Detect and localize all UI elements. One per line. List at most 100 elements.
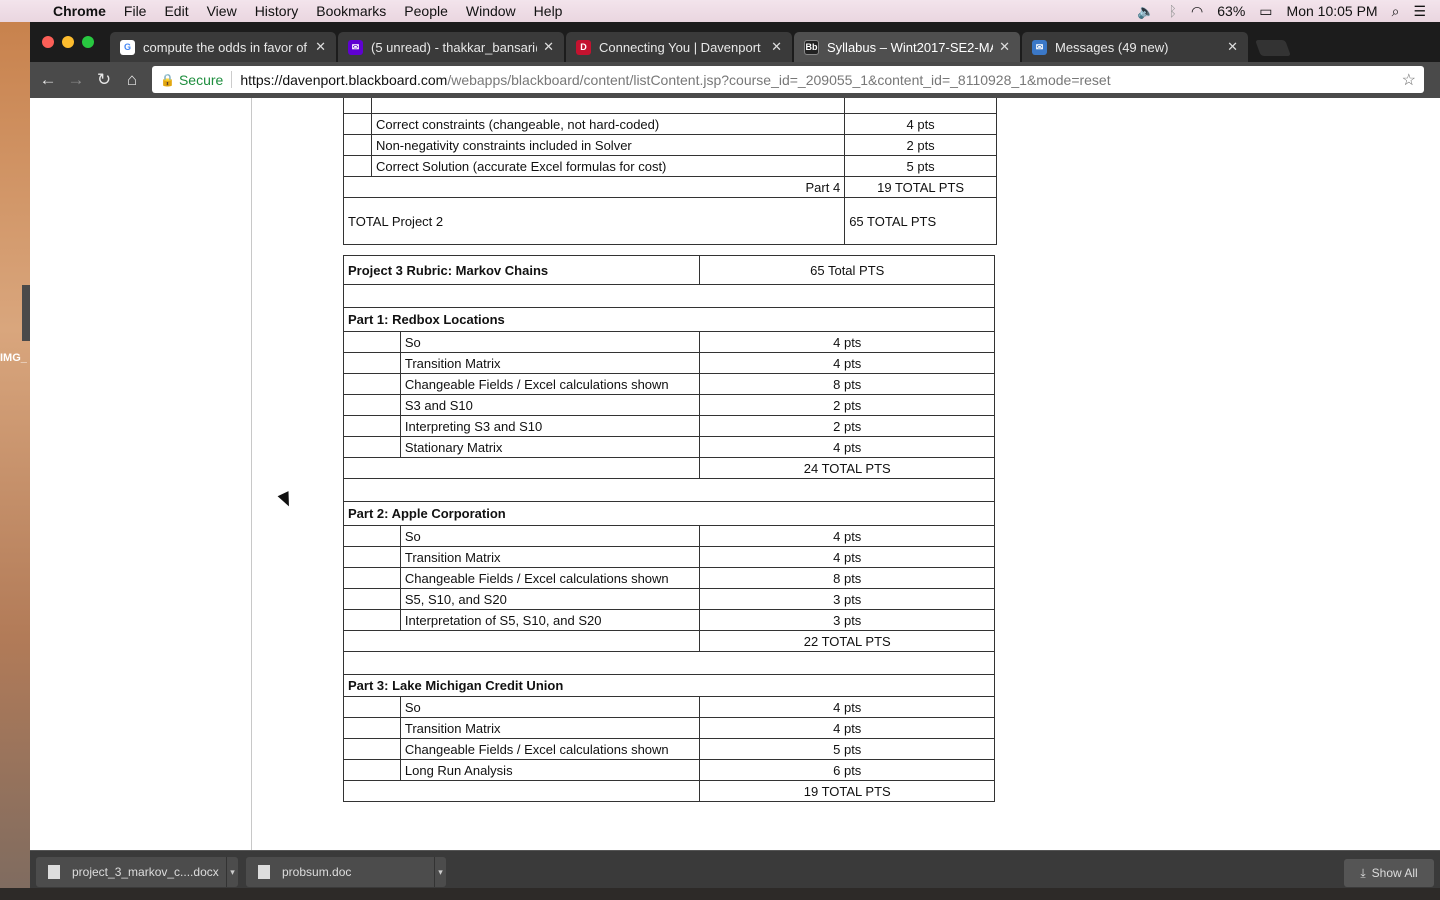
rubric-total: 65 Total PTS — [699, 255, 995, 285]
tab-syllabus-active[interactable]: Bb Syllabus – Wint2017-SE2-MAT ✕ — [794, 32, 1020, 62]
table-row: So 4 pts — [343, 696, 995, 718]
messages-favicon-icon: ✉ — [1032, 39, 1047, 55]
criterion-points: 5 pts — [844, 155, 997, 177]
table-row: TOTAL Project 2 65 TOTAL PTS — [342, 197, 997, 245]
clock[interactable]: Mon 10:05 PM — [1287, 3, 1378, 19]
menu-people[interactable]: People — [395, 3, 457, 19]
indent-cell — [343, 759, 401, 781]
project3-rubric-table: Project 3 Rubric: Markov Chains 65 Total… — [342, 255, 995, 802]
criterion-label: So — [399, 331, 701, 353]
tab-yahoo-mail[interactable]: ✉ (5 unread) - thakkar_bansari@ ✕ — [338, 32, 564, 62]
close-tab-icon[interactable]: ✕ — [315, 39, 326, 55]
table-cell — [370, 98, 846, 114]
criterion-label: So — [399, 525, 701, 547]
tab-title: (5 unread) - thakkar_bansari@ — [371, 39, 538, 55]
criterion-label: Correct Solution (accurate Excel formula… — [370, 155, 846, 177]
close-tab-icon[interactable]: ✕ — [999, 39, 1010, 55]
show-all-label: Show All — [1371, 866, 1418, 880]
show-all-downloads-button[interactable]: ⤓ Show All — [1344, 859, 1434, 887]
volume-icon[interactable]: 🔈 — [1137, 3, 1154, 20]
home-icon[interactable]: ⌂ — [118, 70, 146, 90]
forward-arrow-icon[interactable]: → — [62, 70, 90, 90]
part3-heading: Part 3: Lake Michigan Credit Union — [343, 674, 995, 697]
spacer-row — [343, 478, 995, 502]
menu-bookmarks[interactable]: Bookmarks — [307, 3, 395, 19]
indent-cell — [343, 352, 401, 374]
criterion-label: Non-negativity constraints included in S… — [370, 134, 846, 156]
tab-google-search[interactable]: G compute the odds in favor of e ✕ — [110, 32, 336, 62]
battery-percent[interactable]: 63% — [1217, 3, 1245, 19]
criterion-label: Changeable Fields / Excel calculations s… — [399, 373, 701, 395]
indent-cell — [343, 609, 401, 631]
new-tab-button[interactable] — [1255, 40, 1291, 56]
close-tab-icon[interactable]: ✕ — [1227, 39, 1238, 55]
close-window-button[interactable] — [42, 36, 54, 48]
address-separator — [231, 71, 233, 88]
minimize-window-button[interactable] — [62, 36, 74, 48]
criterion-points: 3 pts — [699, 609, 995, 631]
indent-cell — [343, 696, 401, 718]
notification-center-icon[interactable]: ☰ — [1413, 3, 1426, 20]
document-icon — [258, 865, 270, 879]
table-row: 19 TOTAL PTS — [342, 780, 995, 802]
lock-icon: 🔒 — [160, 72, 175, 87]
bookmark-star-icon[interactable]: ☆ — [1402, 70, 1416, 90]
indent-cell — [343, 415, 401, 437]
rubric-title: Project 3 Rubric: Markov Chains — [342, 255, 701, 285]
table-row: Long Run Analysis 6 pts — [343, 759, 995, 781]
chevron-down-icon[interactable]: ▾ — [226, 857, 238, 887]
address-bar[interactable]: 🔒 Secure https://davenport.blackboard.co… — [152, 66, 1424, 93]
download-item-probsum[interactable]: probsum.doc ▾ — [246, 857, 446, 887]
indent-cell — [343, 394, 401, 416]
desktop-file-label[interactable]: IMG_ — [0, 352, 27, 364]
table-row: So 4 pts — [343, 331, 995, 353]
part4-total: 19 TOTAL PTS — [844, 176, 997, 198]
table-row: Changeable Fields / Excel calculations s… — [343, 373, 995, 395]
criterion-label: Changeable Fields / Excel calculations s… — [399, 567, 701, 589]
table-row: Correct constraints (changeable, not har… — [343, 113, 997, 135]
close-tab-icon[interactable]: ✕ — [771, 39, 782, 55]
part4-label: Part 4 — [342, 176, 846, 198]
menu-view[interactable]: View — [198, 3, 246, 19]
table-row: Part 1: Redbox Locations — [343, 307, 995, 332]
subtotal-blank — [342, 457, 701, 479]
criterion-points: 2 pts — [699, 394, 995, 416]
menu-history[interactable]: History — [246, 3, 308, 19]
criterion-points: 4 pts — [699, 331, 995, 353]
tab-title: Connecting You | Davenport U — [599, 39, 766, 55]
tab-davenport[interactable]: D Connecting You | Davenport U ✕ — [566, 32, 792, 62]
bluetooth-icon[interactable]: ᛒ — [1169, 3, 1177, 19]
close-tab-icon[interactable]: ✕ — [543, 39, 554, 55]
table-row: Stationary Matrix 4 pts — [343, 436, 995, 458]
spacer-row — [343, 284, 995, 308]
battery-icon[interactable]: ▭ — [1259, 3, 1272, 20]
back-arrow-icon[interactable]: ← — [34, 70, 62, 90]
zoom-window-button[interactable] — [82, 36, 94, 48]
tab-messages[interactable]: ✉ Messages (49 new) ✕ — [1022, 32, 1248, 62]
download-arrow-icon: ⤓ — [1360, 865, 1366, 880]
table-cell — [844, 98, 997, 114]
indent-cell — [343, 738, 401, 760]
download-item-project3[interactable]: project_3_markov_c....docx ▾ — [36, 857, 238, 887]
chevron-down-icon[interactable]: ▾ — [434, 857, 446, 887]
desktop-file-icon[interactable] — [22, 285, 30, 341]
criterion-points: 4 pts — [844, 113, 997, 135]
secure-label: Secure — [178, 71, 224, 88]
menu-edit[interactable]: Edit — [155, 3, 197, 19]
spotlight-icon[interactable]: ⌕ — [1392, 3, 1400, 20]
criterion-points: 4 pts — [699, 696, 995, 718]
table-row: Changeable Fields / Excel calculations s… — [343, 738, 995, 760]
criterion-label: S3 and S10 — [399, 394, 701, 416]
wifi-icon[interactable]: ◠ — [1191, 3, 1203, 20]
menu-file[interactable]: File — [115, 3, 156, 19]
menu-window[interactable]: Window — [457, 3, 525, 19]
yahoo-mail-favicon-icon: ✉ — [348, 39, 363, 55]
davenport-favicon-icon: D — [576, 39, 591, 55]
reload-icon[interactable]: ↻ — [90, 70, 118, 90]
menu-help[interactable]: Help — [525, 3, 572, 19]
table-cell — [343, 155, 372, 177]
criterion-points: 8 pts — [699, 567, 995, 589]
table-row: Correct Solution (accurate Excel formula… — [343, 155, 997, 177]
menu-app-chrome[interactable]: Chrome — [44, 3, 115, 19]
part2-total: 22 TOTAL PTS — [699, 630, 995, 652]
